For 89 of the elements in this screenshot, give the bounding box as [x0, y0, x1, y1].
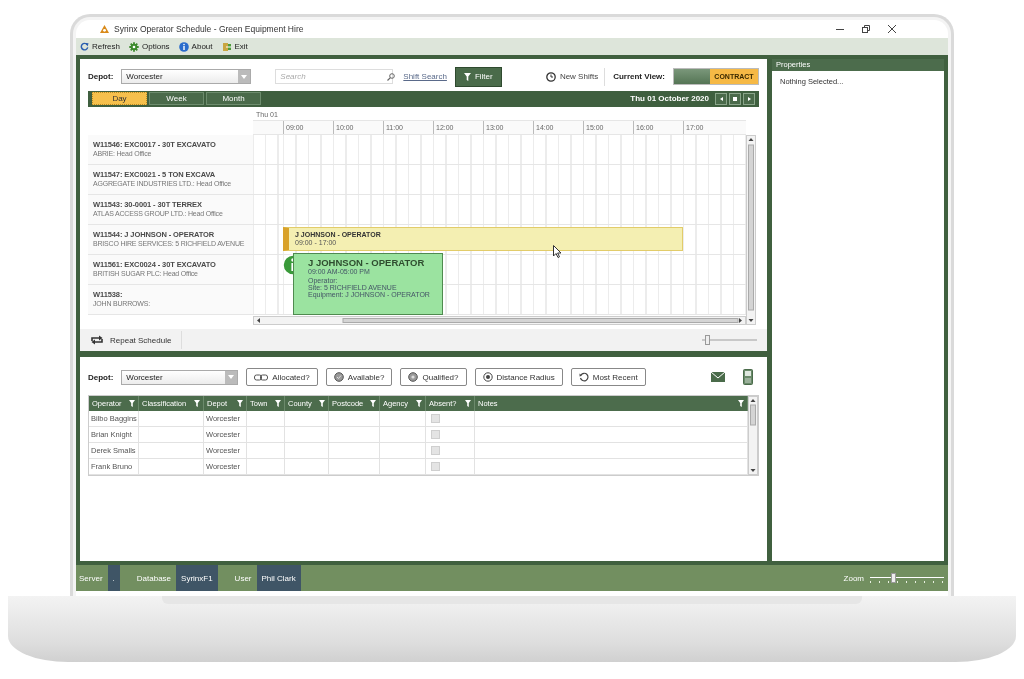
- filter-icon: [463, 72, 471, 81]
- cursor-icon: [553, 245, 562, 259]
- table-cell: [329, 459, 380, 475]
- horizontal-scrollbar[interactable]: [253, 315, 746, 325]
- link-icon: [254, 373, 269, 381]
- filter-icon[interactable]: [275, 400, 281, 407]
- search-field[interactable]: Search: [275, 69, 394, 85]
- table-cell: [285, 411, 329, 427]
- toolbar-button[interactable]: Exit: [221, 41, 248, 52]
- view-tab[interactable]: Week: [149, 92, 204, 106]
- absent-checkbox[interactable]: [431, 430, 440, 439]
- view-tab[interactable]: Day: [92, 92, 147, 106]
- filter-icon[interactable]: [194, 400, 200, 407]
- table-cell: [329, 411, 380, 427]
- toolbar-button[interactable]: Refresh: [80, 42, 120, 51]
- caret-icon: [228, 375, 235, 379]
- filter-icon[interactable]: [129, 400, 135, 407]
- close-icon[interactable]: [888, 25, 896, 33]
- filter-toggle-button[interactable]: Available?: [325, 368, 393, 386]
- status-value: Phil Clark: [256, 565, 301, 591]
- target-icon: [482, 372, 493, 382]
- table-cell: [285, 459, 329, 475]
- gear-icon: [129, 41, 139, 52]
- absent-checkbox[interactable]: [431, 414, 440, 423]
- table-cell: [247, 411, 285, 427]
- refresh-icon: [80, 42, 89, 51]
- zoom-label: Zoom: [843, 572, 864, 585]
- toolbar-button[interactable]: Options: [129, 41, 170, 52]
- caret-icon: [241, 74, 248, 79]
- status-label: Database: [135, 572, 173, 585]
- depot-label: Depot:: [88, 372, 114, 382]
- exit-icon: [221, 41, 232, 52]
- view-tab[interactable]: Month: [206, 92, 261, 106]
- caret-right-icon: [747, 96, 751, 101]
- shift-search-link[interactable]: Shift Search: [403, 72, 447, 82]
- minimize-icon[interactable]: [836, 28, 844, 30]
- table-cell: [139, 427, 204, 443]
- clock-icon: [545, 71, 556, 82]
- mail-icon[interactable]: [711, 372, 725, 382]
- depot-label: Depot:: [88, 72, 114, 82]
- absent-checkbox[interactable]: [431, 462, 440, 471]
- filter-toggle-button[interactable]: Distance Radius: [474, 368, 563, 386]
- filter-icon[interactable]: [319, 400, 325, 407]
- current-view-label: Current View:: [613, 72, 665, 82]
- toolbar-button[interactable]: About: [178, 41, 213, 52]
- table-cell: [139, 443, 204, 459]
- today-button[interactable]: [729, 92, 741, 105]
- filter-icon[interactable]: [465, 400, 471, 407]
- table-cell: [247, 459, 285, 475]
- filter-icon[interactable]: [370, 400, 376, 407]
- vertical-scrollbar[interactable]: [748, 396, 758, 475]
- app-logo-icon: [100, 25, 109, 33]
- filter-toggle-button[interactable]: Most Recent: [570, 368, 646, 386]
- filter-toggle-button[interactable]: Qualified?: [400, 368, 467, 386]
- history-icon: [578, 372, 589, 382]
- current-date: Thu 01 October 2020: [630, 94, 709, 104]
- phone-icon[interactable]: [743, 369, 753, 385]
- vertical-scrollbar[interactable]: [746, 135, 756, 326]
- filter-icon[interactable]: [237, 400, 243, 407]
- table-cell: [139, 411, 204, 427]
- status-value: .: [107, 565, 120, 591]
- table-cell: [139, 459, 204, 475]
- restore-icon[interactable]: [862, 25, 870, 33]
- table-cell: [285, 427, 329, 443]
- info-icon: [178, 41, 189, 52]
- caret-left-icon: [719, 96, 723, 101]
- window-title: Syrinx Operator Schedule - Green Equipment Hire: [114, 24, 304, 34]
- repeat-schedule-button[interactable]: Repeat Schedule: [86, 331, 183, 350]
- status-label: User: [233, 572, 253, 585]
- circle-icon: [408, 372, 419, 382]
- table-cell: [247, 427, 285, 443]
- status-label: Server: [78, 572, 104, 585]
- table-cell: [329, 443, 380, 459]
- next-button[interactable]: [743, 92, 755, 105]
- table-cell: [247, 443, 285, 459]
- previous-button[interactable]: [715, 92, 727, 105]
- filter-button[interactable]: Filter: [454, 66, 502, 87]
- absent-checkbox[interactable]: [431, 446, 440, 455]
- depot-dropdown[interactable]: Worcester: [121, 69, 252, 85]
- repeat-icon: [90, 335, 104, 346]
- table-cell: [285, 443, 329, 459]
- status-value: SyrinxF1: [176, 565, 218, 591]
- depot-dropdown[interactable]: Worcester: [121, 369, 239, 385]
- new-shifts-button[interactable]: New Shifts: [545, 67, 606, 86]
- filter-toggle-button[interactable]: Allocated?: [246, 368, 318, 386]
- filter-icon[interactable]: [738, 400, 744, 407]
- filter-icon[interactable]: [416, 400, 422, 407]
- table-cell: [329, 427, 380, 443]
- circle-icon: [333, 372, 344, 382]
